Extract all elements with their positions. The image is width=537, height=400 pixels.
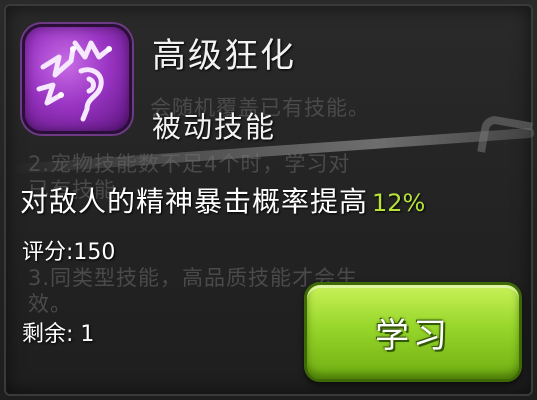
score-value: 评分:150 bbox=[22, 240, 116, 265]
learn-button[interactable]: 学习 bbox=[304, 282, 522, 382]
effect-text: 对敌人的精神暴击概率提高 bbox=[20, 185, 369, 218]
decorative-hook bbox=[477, 113, 533, 161]
berserk-lightning-icon bbox=[22, 24, 132, 134]
learn-button-label: 学习 bbox=[375, 315, 451, 356]
skill-type: 被动技能 bbox=[152, 110, 277, 144]
skill-tooltip-panel: 会随机覆盖已有技能。 2.宠物技能数不足4个时，学习对 已有技能。 3.同类型技… bbox=[0, 0, 537, 400]
skill-name: 高级狂化 bbox=[152, 36, 296, 76]
background-note-line: 效。 bbox=[28, 292, 72, 316]
effect-value: 12% bbox=[372, 189, 426, 217]
remaining-count: 剩余: 1 bbox=[22, 322, 95, 347]
effect-description: 对敌人的精神暴击概率提高 12% bbox=[20, 180, 425, 220]
